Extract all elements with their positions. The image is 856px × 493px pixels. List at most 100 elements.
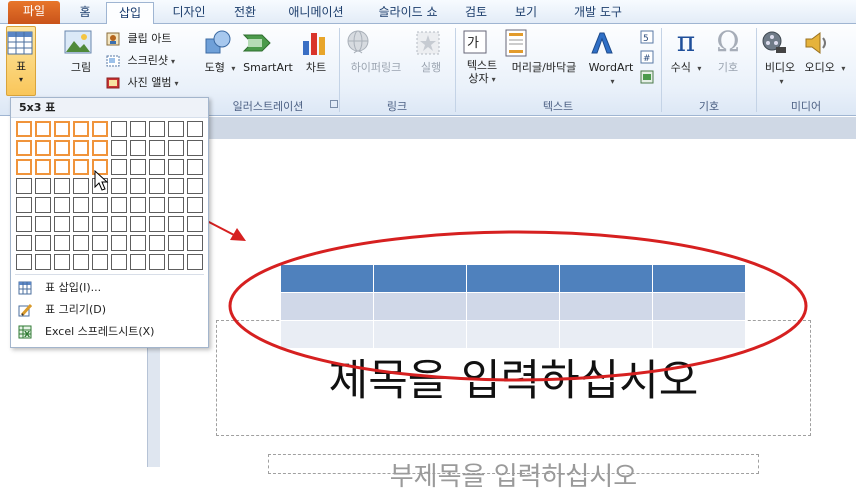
group-launcher-icon[interactable] [330,100,338,108]
table-grid-cell[interactable] [73,178,89,194]
date-time-icon[interactable]: 5 [640,30,654,44]
table-grid-cell[interactable] [16,197,32,213]
table-grid-cell[interactable] [35,254,51,270]
symbol-button[interactable]: Ω 기호 [710,27,746,75]
equation-button[interactable]: π 수식 ▾ [668,27,704,75]
table-grid-cell[interactable] [16,216,32,232]
table-grid-cell[interactable] [149,197,165,213]
table-grid-cell[interactable] [187,140,203,156]
table-cell[interactable] [373,264,467,293]
table-grid-cell[interactable] [187,159,203,175]
tab-transitions[interactable]: 전환 [222,2,268,24]
table-grid-cell[interactable] [168,121,184,137]
table-grid-cell[interactable] [73,216,89,232]
tab-file[interactable]: 파일 [8,1,60,24]
table-grid-cell[interactable] [149,159,165,175]
table-grid-cell[interactable] [130,216,146,232]
table-cell[interactable] [652,320,746,349]
table-grid-cell[interactable] [35,121,51,137]
tab-slideshow[interactable]: 슬라이드 쇼 [364,2,452,24]
table-grid-cell[interactable] [35,178,51,194]
table-grid-cell[interactable] [111,254,127,270]
table-cell[interactable] [559,264,653,293]
table-grid-cell[interactable] [168,159,184,175]
table-grid-cell[interactable] [149,216,165,232]
table-grid-cell[interactable] [73,197,89,213]
photo-album-button[interactable]: 사진 앨범 ▾ [106,74,179,92]
table-grid-cell[interactable] [16,140,32,156]
table-grid-cell[interactable] [35,235,51,251]
table-grid-cell[interactable] [16,121,32,137]
header-footer-button[interactable]: 머리글/바닥글 [504,29,584,74]
table-grid-cell[interactable] [149,140,165,156]
table-grid-cell[interactable] [73,159,89,175]
tab-review[interactable]: 검토 [456,2,496,24]
table-grid-cell[interactable] [54,140,70,156]
table-grid-cell[interactable] [35,159,51,175]
table-grid-cell[interactable] [73,254,89,270]
table-grid-cell[interactable] [73,140,89,156]
table-grid-cell[interactable] [54,197,70,213]
hyperlink-button[interactable]: 하이퍼링크 [344,29,408,74]
table-grid-cell[interactable] [92,235,108,251]
table-cell[interactable] [559,292,653,321]
table-grid-cell[interactable] [111,235,127,251]
table-grid-cell[interactable] [111,159,127,175]
table-grid-cell[interactable] [111,178,127,194]
table-grid-cell[interactable] [111,140,127,156]
table-grid-cell[interactable] [149,121,165,137]
table-grid-cell[interactable] [35,197,51,213]
tab-insert[interactable]: 삽입 [106,2,154,25]
tab-developer[interactable]: 개발 도구 [562,2,634,24]
table-grid-cell[interactable] [168,254,184,270]
table-grid-cell[interactable] [168,235,184,251]
table-grid-cell[interactable] [187,216,203,232]
table-grid-cell[interactable] [73,235,89,251]
table-grid-cell[interactable] [130,159,146,175]
table-cell[interactable] [652,292,746,321]
table-grid-cell[interactable] [187,197,203,213]
table-grid-cell[interactable] [54,178,70,194]
table-grid-cell[interactable] [130,121,146,137]
table-grid-cell[interactable] [168,178,184,194]
table-grid-cell[interactable] [111,121,127,137]
insert-table-menu-item[interactable]: 표 삽입(I)... [15,277,204,299]
table-grid-cell[interactable] [54,159,70,175]
table-grid-cell[interactable] [149,254,165,270]
table-cell[interactable] [466,264,560,293]
wordart-button[interactable]: WordArt ▾ [588,29,634,88]
table-grid-cell[interactable] [92,121,108,137]
draw-table-menu-item[interactable]: 표 그리기(D) [15,299,204,321]
object-icon[interactable] [640,70,654,84]
table-grid-cell[interactable] [111,216,127,232]
table-cell[interactable] [280,292,374,321]
table-grid-cell[interactable] [187,235,203,251]
textbox-button[interactable]: 가 텍스트 상자 ▾ [462,29,502,86]
table-grid-cell[interactable] [54,121,70,137]
smartart-button[interactable]: SmartArt [242,29,294,74]
table-cell[interactable] [280,320,374,349]
audio-button[interactable]: 오디오 ▾ [802,29,848,75]
table-grid-cell[interactable] [35,216,51,232]
table-cell[interactable] [652,264,746,293]
chart-button[interactable]: 차트 [300,29,332,74]
table-grid-cell[interactable] [111,197,127,213]
table-cell[interactable] [373,320,467,349]
table-grid-cell[interactable] [54,254,70,270]
table-grid-cell[interactable] [16,235,32,251]
table-button[interactable]: 표 ▾ [6,26,36,96]
table-grid-cell[interactable] [54,235,70,251]
tab-design[interactable]: 디자인 [160,2,218,24]
table-grid-cell[interactable] [168,197,184,213]
table-grid-cell[interactable] [168,216,184,232]
table-grid-cell[interactable] [73,121,89,137]
table-grid-cell[interactable] [16,254,32,270]
table-cell[interactable] [466,292,560,321]
action-button[interactable]: 실행 [414,29,448,74]
excel-spreadsheet-menu-item[interactable]: X Excel 스프레드시트(X) [15,321,204,343]
table-cell[interactable] [466,320,560,349]
table-grid-cell[interactable] [54,216,70,232]
table-grid-cell[interactable] [149,235,165,251]
inserted-table[interactable] [280,264,746,349]
tab-view[interactable]: 보기 [506,2,546,24]
